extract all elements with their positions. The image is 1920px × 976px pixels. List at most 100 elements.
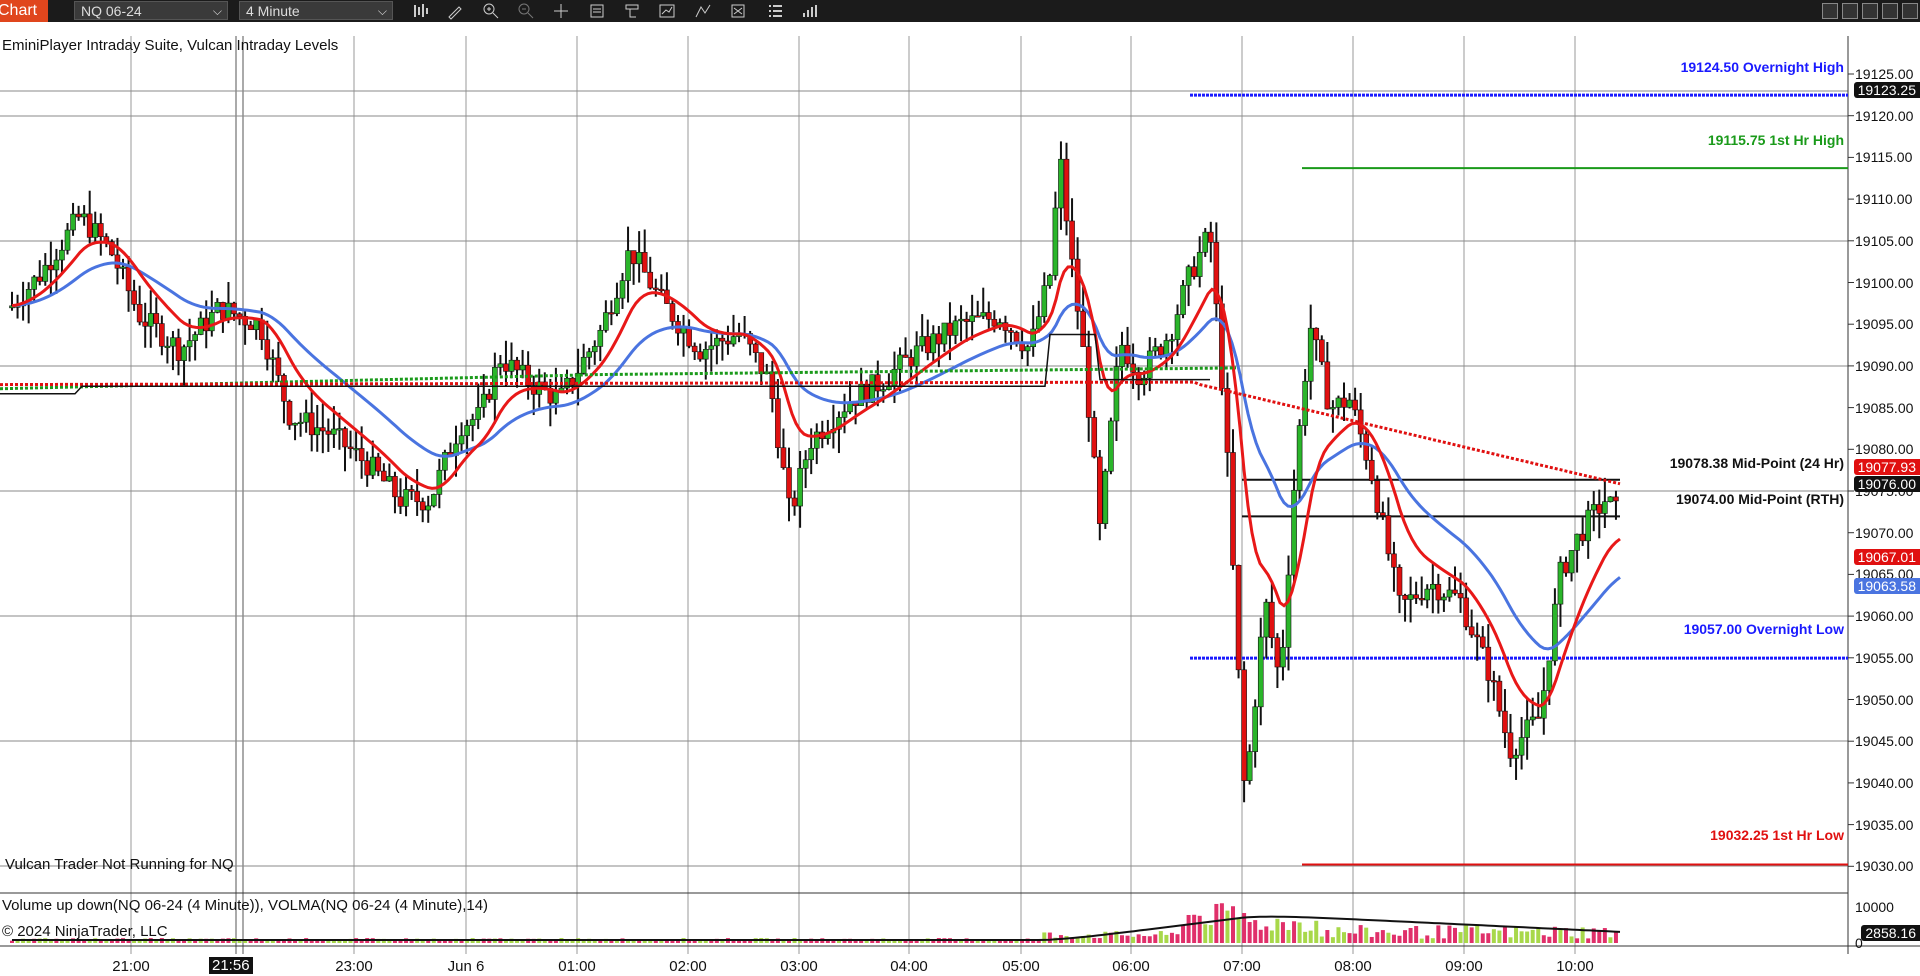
candle	[214, 298, 221, 314]
candle-body	[364, 460, 371, 476]
candle-body	[120, 266, 126, 269]
candle	[425, 495, 432, 523]
candle	[414, 469, 420, 516]
candle-body	[974, 315, 981, 318]
volume-bar	[392, 940, 397, 943]
x-axis-tick-label: Jun 6	[447, 958, 485, 975]
candle-body	[1252, 706, 1258, 752]
list-icon[interactable]	[765, 1, 785, 21]
window-minimize-icon[interactable]	[1822, 3, 1838, 19]
candle-body	[1457, 593, 1464, 599]
volume-bar	[864, 940, 869, 943]
candle	[1324, 342, 1331, 410]
crosshair-icon[interactable]	[551, 1, 571, 21]
candle-body	[1535, 716, 1542, 719]
candle	[403, 474, 409, 517]
y-axis-tick-label: 19030.00	[1855, 858, 1914, 875]
window-maximize-icon[interactable]	[1862, 3, 1878, 19]
zoom-in-icon[interactable]	[481, 1, 501, 21]
volume-bar	[814, 940, 819, 943]
candle	[503, 340, 509, 387]
x-axis-tick-label: 05:00	[1002, 958, 1040, 975]
bar-style-icon[interactable]	[411, 1, 431, 21]
window-close-icon[interactable]	[1882, 3, 1898, 19]
candle-body	[1435, 583, 1442, 601]
candle-body	[691, 345, 698, 353]
chart-grid	[0, 36, 1848, 954]
candle	[1291, 469, 1297, 586]
candle	[830, 404, 837, 449]
candle-body	[1380, 512, 1386, 516]
candle	[519, 349, 526, 379]
candle	[386, 463, 393, 482]
candle	[1319, 335, 1325, 365]
candle	[1124, 326, 1131, 368]
candle-body	[1330, 407, 1336, 410]
candle-body	[1374, 480, 1381, 513]
candle-body	[1468, 626, 1475, 636]
candle	[1491, 670, 1497, 701]
price-chart[interactable]	[0, 22, 1920, 976]
candle-body	[1063, 158, 1070, 222]
candle-body	[1479, 636, 1486, 648]
candle	[170, 331, 176, 371]
candlesticks	[9, 141, 1619, 803]
volume-bar	[1042, 932, 1047, 943]
volume-bar	[609, 940, 614, 943]
candle-body	[897, 354, 903, 370]
first-hr-high-label: 19115.75 1st Hr High	[1707, 132, 1844, 148]
candle-body	[1208, 231, 1214, 243]
candle	[1191, 256, 1197, 280]
candle-body	[464, 425, 470, 437]
window-restore-icon[interactable]	[1842, 3, 1858, 19]
candle-body	[1463, 597, 1469, 628]
volume-bars-icon[interactable]	[800, 1, 820, 21]
candle	[475, 383, 482, 430]
candle	[1052, 191, 1059, 281]
candle-body	[286, 400, 293, 426]
candle	[98, 213, 104, 256]
candle	[325, 418, 332, 452]
candle-body	[225, 302, 232, 320]
candle	[81, 205, 87, 226]
properties-icon[interactable]	[728, 1, 748, 21]
candle	[1368, 444, 1375, 485]
candle	[1346, 393, 1353, 409]
volume-bar	[409, 940, 414, 943]
candle-body	[1496, 680, 1503, 712]
candle-body	[1507, 732, 1514, 759]
candle-body	[797, 467, 803, 507]
candle-body	[1241, 669, 1247, 781]
chart-tab[interactable]: Chart	[0, 0, 48, 22]
volume-bar	[1092, 937, 1097, 943]
data-box-icon[interactable]	[587, 1, 607, 21]
instrument-selector[interactable]: NQ 06-24 ⌵	[74, 1, 228, 20]
volume-bar	[1369, 936, 1374, 943]
window-tile-icon[interactable]	[1902, 3, 1918, 19]
zoom-out-icon[interactable]	[516, 1, 536, 21]
candle	[1047, 273, 1053, 289]
candle-body	[808, 447, 815, 461]
candle-body	[1574, 533, 1580, 551]
strategy-icon[interactable]	[622, 1, 642, 21]
drawing-tool-icon[interactable]	[693, 1, 713, 21]
candle	[1163, 333, 1170, 370]
candle-body	[708, 345, 715, 350]
candle-body	[275, 357, 282, 376]
candle-body	[142, 321, 148, 327]
x-axis-tick-label: 01:00	[558, 958, 596, 975]
volume-bar	[1530, 929, 1535, 943]
volume-bar	[515, 940, 520, 943]
candle	[297, 412, 304, 437]
candle-body	[347, 446, 354, 450]
candle	[136, 285, 143, 326]
candle	[92, 211, 99, 244]
pencil-draw-icon[interactable]	[445, 1, 465, 21]
indicator-icon[interactable]	[657, 1, 677, 21]
candle-body	[719, 337, 726, 342]
candle-body	[647, 271, 654, 289]
candle-body	[1407, 594, 1414, 600]
interval-selector[interactable]: 4 Minute ⌵	[239, 1, 393, 20]
price-tag-last-price: 19076.00	[1853, 476, 1920, 492]
first-hr-low-label: 19032.25 1st Hr Low	[1710, 827, 1844, 843]
